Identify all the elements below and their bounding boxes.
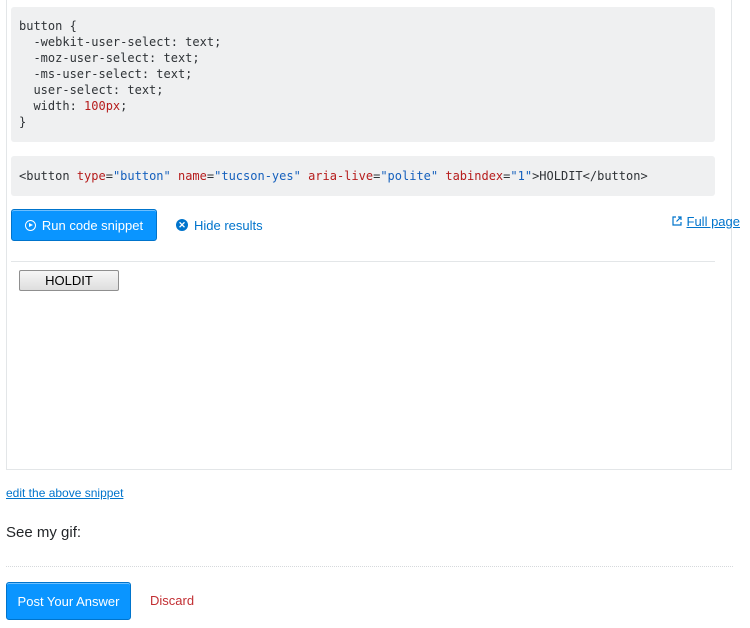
full-page-link[interactable]: Full page — [671, 213, 740, 229]
discard-button[interactable]: Discard — [150, 593, 194, 608]
css-line: } — [19, 115, 27, 129]
close-circle-icon: ✕ — [176, 219, 188, 231]
html-open-tag: <button — [19, 169, 70, 183]
css-line: -webkit-user-select: text; — [19, 35, 222, 49]
run-code-snippet-button[interactable]: Run code snippet — [11, 209, 157, 241]
css-line: -moz-user-select: text; — [19, 51, 200, 65]
html-attr-name: name — [177, 169, 207, 183]
html-code-block: <button type="button" name="tucson-yes" … — [11, 156, 715, 196]
results-divider — [11, 261, 715, 262]
html-content: >HOLDIT — [532, 169, 583, 183]
html-attr-name: type — [76, 169, 106, 183]
css-line: -ms-user-select: text; — [19, 67, 193, 81]
html-attr-value: "polite" — [380, 169, 439, 183]
css-line: width: — [19, 99, 85, 113]
body-text: See my gif: — [6, 524, 82, 541]
html-attr-name: aria-live — [308, 169, 374, 183]
css-line: button { — [19, 19, 77, 33]
external-link-icon — [671, 216, 682, 226]
html-attr-value: "button" — [112, 169, 171, 183]
full-page-label: Full page — [686, 213, 740, 229]
html-attr-value: "tucson-yes" — [214, 169, 301, 183]
post-answer-label: Post Your Answer — [17, 593, 120, 609]
css-line: user-select: text; — [19, 83, 164, 97]
edit-snippet-link[interactable]: edit the above snippet — [6, 486, 123, 500]
section-divider — [6, 566, 733, 567]
post-answer-button[interactable]: Post Your Answer — [6, 582, 131, 620]
play-circle-icon — [24, 219, 36, 231]
html-attr-value: "1" — [510, 169, 533, 183]
hide-results-link[interactable]: ✕ Hide results — [176, 217, 263, 233]
hide-results-label: Hide results — [194, 217, 263, 233]
html-close-tag: </button> — [582, 169, 648, 183]
html-attr-name: tabindex — [445, 169, 504, 183]
css-code-block: button { -webkit-user-select: text; -moz… — [11, 7, 715, 142]
run-button-label: Run code snippet — [41, 217, 144, 233]
css-width-value: 100px — [84, 99, 121, 113]
css-width-suffix: ; — [120, 99, 128, 113]
result-holdit-button[interactable]: HOLDIT — [19, 270, 119, 291]
